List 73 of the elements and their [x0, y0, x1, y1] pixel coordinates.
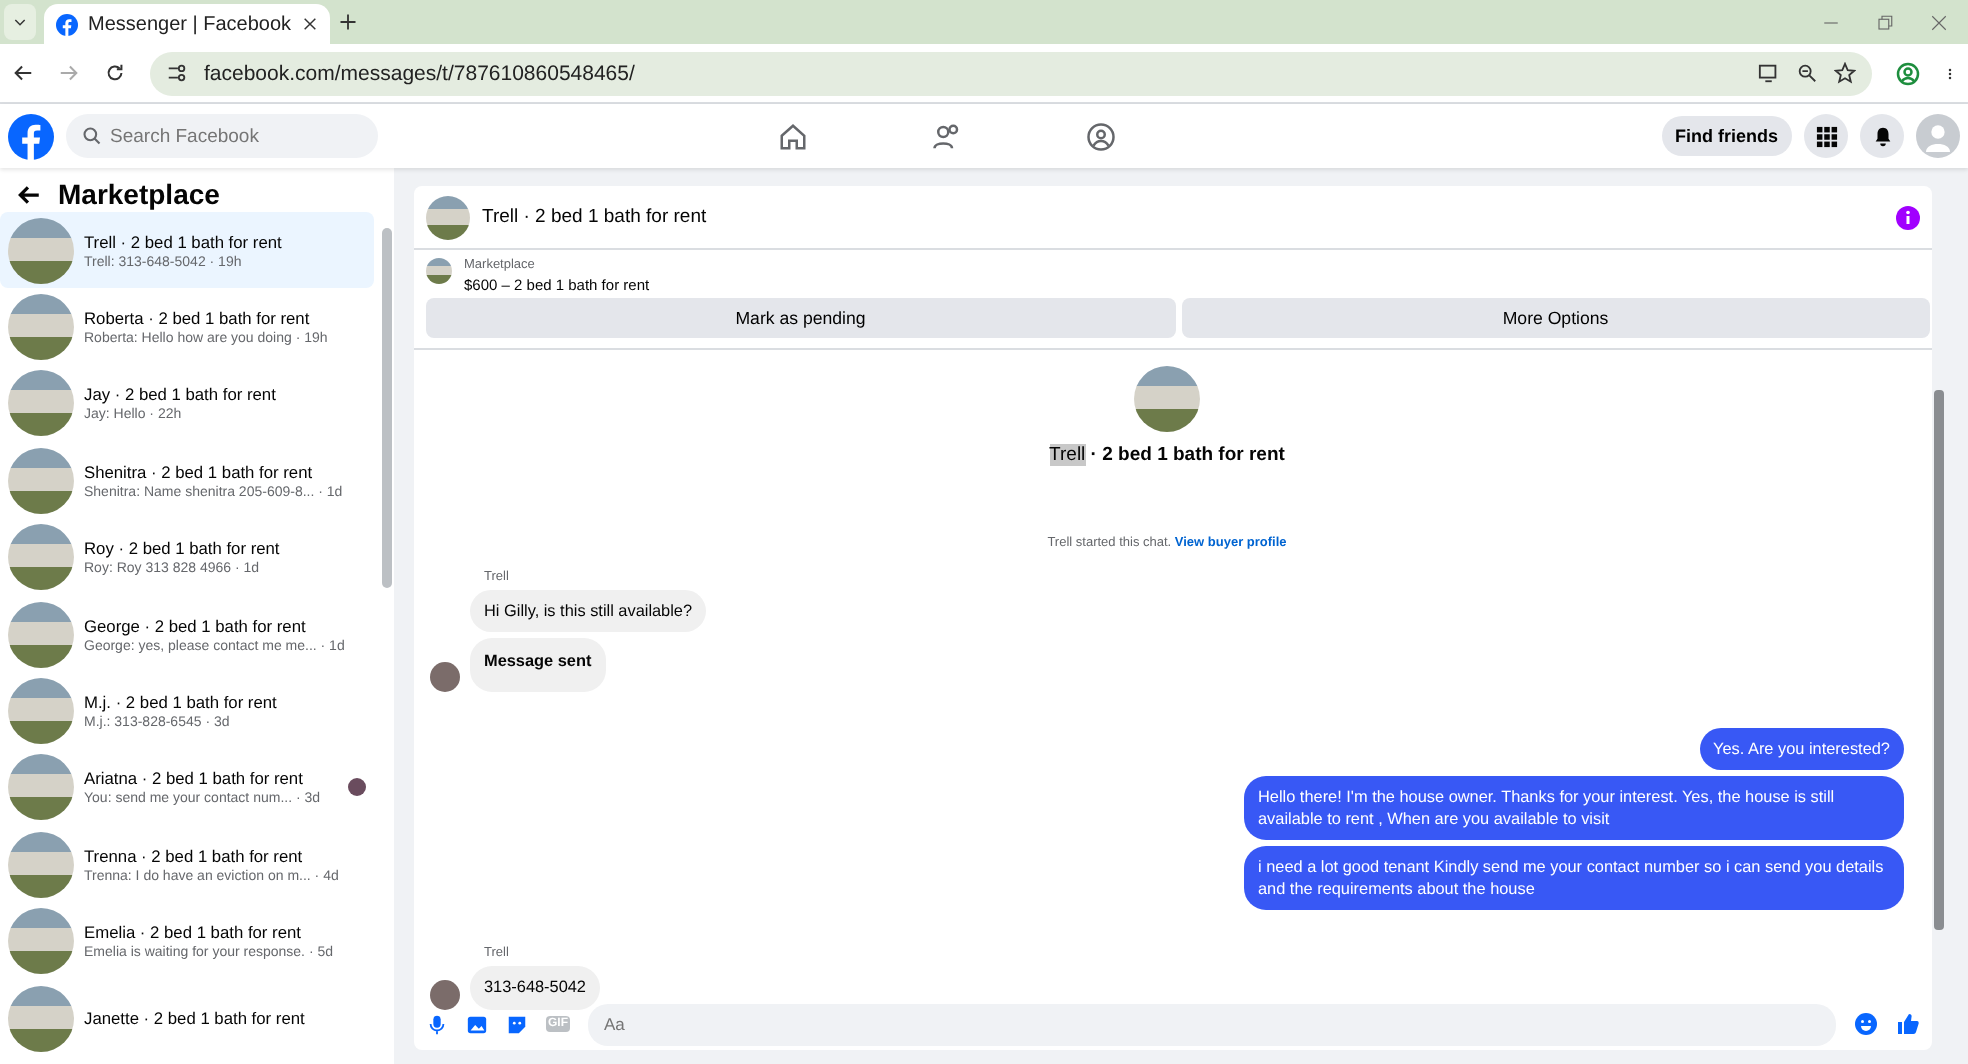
emoji-icon[interactable] [1854, 1012, 1878, 1036]
friends-icon[interactable] [932, 121, 962, 151]
house-photo [8, 217, 74, 284]
message-bubble: Hi Gilly, is this still available? [470, 590, 707, 633]
install-app-icon[interactable] [1758, 62, 1780, 84]
house-photo [8, 678, 74, 745]
facebook-logo-icon[interactable] [8, 113, 54, 159]
house-photo [8, 294, 74, 361]
scrollbar[interactable] [1934, 390, 1944, 930]
plus-icon[interactable] [338, 12, 358, 32]
sticker-icon[interactable] [506, 1013, 528, 1035]
bell-icon [1871, 125, 1893, 147]
house-photo [8, 370, 74, 437]
profile-icon[interactable] [1896, 61, 1920, 85]
back-arrow-icon[interactable] [16, 181, 42, 207]
info-icon[interactable] [1896, 205, 1920, 229]
chevron-down-icon [12, 14, 28, 30]
grid-icon [1815, 125, 1837, 147]
conversation-name: Ariatna · 2 bed 1 bath for rent [84, 768, 305, 789]
facebook-logo-icon [56, 13, 78, 35]
message-bubble: i need a lot good tenant Kindly send me your contact number so i can send you details and the requirements about the house [1244, 846, 1904, 911]
person-icon [1922, 120, 1954, 152]
sidebar-title: Marketplace [58, 178, 220, 210]
restore-icon[interactable] [1876, 13, 1894, 31]
thumbs-up-icon[interactable] [1896, 1012, 1920, 1036]
listing-action-button[interactable]: More Options [1181, 298, 1930, 338]
house-photo [8, 601, 74, 668]
home-icon[interactable] [778, 121, 808, 151]
search-icon [82, 126, 102, 146]
intro-title: Trell · 2 bed 1 bath for rent [1049, 444, 1285, 466]
zoom-icon[interactable] [1796, 62, 1818, 84]
groups-icon[interactable] [1086, 121, 1116, 151]
conversation-name: M.j. · 2 bed 1 bath for rent [84, 692, 279, 713]
conversation-name: Janette · 2 bed 1 bath for rent [84, 1008, 307, 1029]
back-arrow-icon[interactable] [12, 62, 34, 84]
conversation-name: George · 2 bed 1 bath for rent [84, 615, 308, 636]
chat-title: Trell · 2 bed 1 bath for rent [482, 206, 709, 228]
message-bubble: Hello there! I'm the house owner. Thanks for your interest. Yes, the house is still available to rent , When are you available to visit [1244, 776, 1904, 841]
message-input[interactable]: Aa [588, 1003, 1836, 1045]
address-bar[interactable]: facebook.com/messages/t/787610860548465/ [150, 51, 1872, 95]
close-icon[interactable] [302, 16, 318, 32]
notifications-button[interactable] [1860, 114, 1904, 158]
scrollbar[interactable] [382, 228, 392, 588]
find-friends-button[interactable]: Find friends [1661, 116, 1792, 156]
house-photo [426, 195, 470, 239]
microphone-icon[interactable] [426, 1013, 448, 1035]
conversation-item[interactable]: Janette · 2 bed 1 bath for rent [0, 979, 374, 1057]
house-photo [1134, 366, 1200, 432]
conversation-name: Roberta · 2 bed 1 bath for rent [84, 308, 312, 329]
house-photo [8, 908, 74, 975]
conversation-name: Shenitra · 2 bed 1 bath for rent [84, 461, 315, 482]
image-icon[interactable] [466, 1013, 488, 1035]
site-settings-icon [166, 62, 188, 84]
house-photo [8, 754, 74, 821]
house-photo [426, 258, 452, 284]
conversation-name: Emelia · 2 bed 1 bath for rent [84, 922, 303, 943]
browser-tab[interactable]: Messenger | Facebook [44, 4, 330, 44]
house-photo [8, 524, 74, 591]
message-bubble: Message sent [470, 638, 606, 693]
star-icon[interactable] [1834, 62, 1856, 84]
search-field[interactable]: Search Facebook [66, 114, 378, 158]
reload-icon[interactable] [104, 62, 126, 84]
message-bubble: Yes. Are you interested? [1699, 728, 1904, 771]
listing-action-button[interactable]: Mark as pending [426, 298, 1175, 338]
conversation-name: Roy · 2 bed 1 bath for rent [84, 538, 282, 559]
conversation-name: Trenna · 2 bed 1 bath for rent [84, 845, 305, 866]
menu-button[interactable] [1804, 114, 1848, 158]
conversation-name: Trell · 2 bed 1 bath for rent [84, 231, 284, 252]
house-photo [8, 831, 74, 898]
house-photo [8, 447, 74, 514]
house-photo [8, 985, 74, 1052]
message-bubble: 313-648-5042 [470, 966, 600, 1009]
conversation-name: Jay · 2 bed 1 bath for rent [84, 384, 278, 405]
